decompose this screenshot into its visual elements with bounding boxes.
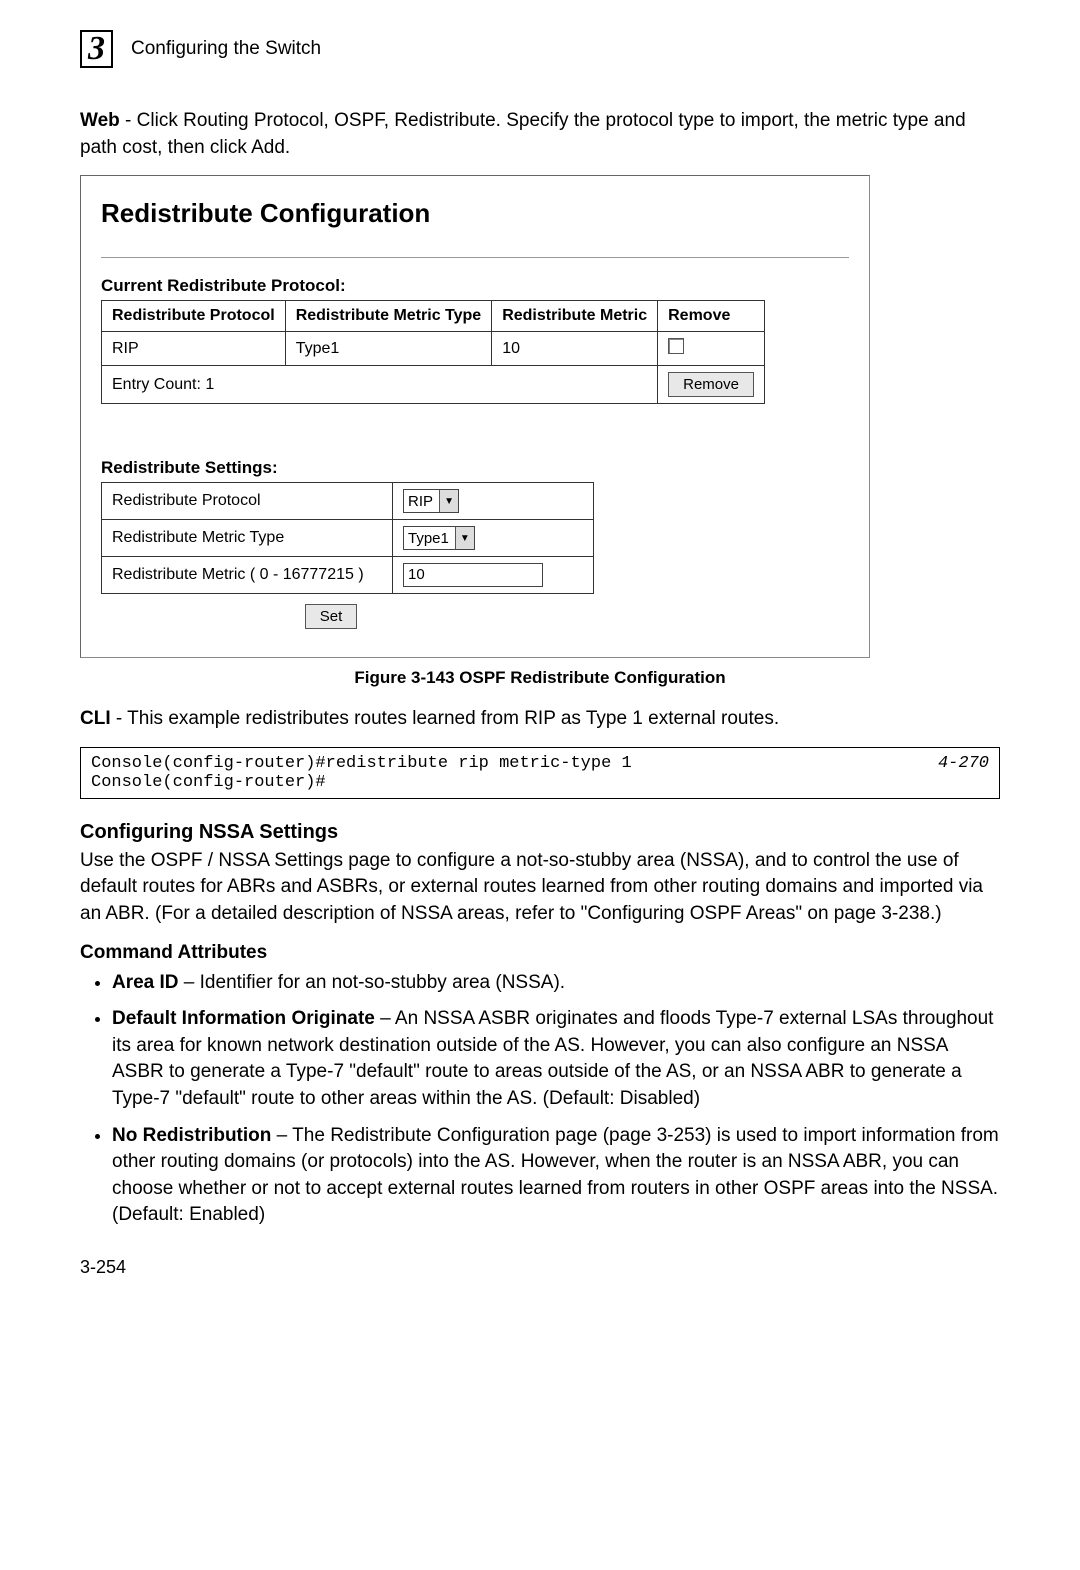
settings-table: Redistribute Protocol RIP ▼ Redistribute… bbox=[101, 482, 594, 594]
cell-metric: 10 bbox=[492, 332, 658, 366]
figure-caption: Figure 3-143 OSPF Redistribute Configura… bbox=[80, 668, 1000, 688]
web-label: Web bbox=[80, 110, 120, 131]
remove-button-cell: Remove bbox=[658, 366, 765, 404]
cell-remove-checkbox bbox=[658, 332, 765, 366]
divider bbox=[101, 257, 849, 258]
protocol-select-value: RIP bbox=[404, 490, 439, 512]
label-metric: Redistribute Metric ( 0 - 16777215 ) bbox=[102, 557, 393, 594]
cli-instruction: CLI - This example redistributes routes … bbox=[80, 706, 1000, 733]
field-cell-protocol: RIP ▼ bbox=[393, 483, 594, 520]
redistribute-config-panel: Redistribute Configuration Current Redis… bbox=[80, 175, 870, 658]
cell-metric-type: Type1 bbox=[285, 332, 492, 366]
metric-type-select[interactable]: Type1 ▼ bbox=[403, 526, 475, 550]
list-item: Default Information Originate – An NSSA … bbox=[112, 1006, 1000, 1112]
page-header: 3 Configuring the Switch bbox=[80, 30, 1000, 68]
col-metric-type: Redistribute Metric Type bbox=[285, 301, 492, 332]
col-protocol: Redistribute Protocol bbox=[102, 301, 286, 332]
list-item: Area ID – Identifier for an not-so-stubb… bbox=[112, 970, 1000, 997]
label-metric-type: Redistribute Metric Type bbox=[102, 520, 393, 557]
settings-heading: Redistribute Settings: bbox=[101, 458, 849, 478]
metric-input[interactable]: 10 bbox=[403, 563, 543, 587]
chapter-title: Configuring the Switch bbox=[131, 38, 321, 60]
set-button[interactable]: Set bbox=[305, 604, 358, 629]
table-row: RIP Type1 10 bbox=[102, 332, 765, 366]
cli-text: - This example redistributes routes lear… bbox=[111, 708, 780, 729]
settings-row-metric: Redistribute Metric ( 0 - 16777215 ) 10 bbox=[102, 557, 594, 594]
col-metric: Redistribute Metric bbox=[492, 301, 658, 332]
web-text: - Click Routing Protocol, OSPF, Redistri… bbox=[80, 110, 966, 158]
panel-title: Redistribute Configuration bbox=[101, 198, 849, 229]
nssa-heading: Configuring NSSA Settings bbox=[80, 821, 1000, 844]
settings-row-protocol: Redistribute Protocol RIP ▼ bbox=[102, 483, 594, 520]
cli-line-2: Console(config-router)# bbox=[91, 773, 989, 792]
field-cell-metric-type: Type1 ▼ bbox=[393, 520, 594, 557]
entry-count: Entry Count: 1 bbox=[102, 366, 658, 404]
col-remove: Remove bbox=[658, 301, 765, 332]
attr-term: No Redistribution bbox=[112, 1125, 271, 1146]
attr-term: Area ID bbox=[112, 972, 179, 993]
cli-ref: 4-270 bbox=[938, 754, 989, 773]
attr-term: Default Information Originate bbox=[112, 1008, 375, 1029]
command-attributes-list: Area ID – Identifier for an not-so-stubb… bbox=[80, 970, 1000, 1229]
chevron-down-icon: ▼ bbox=[439, 490, 458, 512]
table-footer-row: Entry Count: 1 Remove bbox=[102, 366, 765, 404]
command-attributes-heading: Command Attributes bbox=[80, 942, 1000, 964]
chapter-number: 3 bbox=[88, 30, 105, 67]
chevron-down-icon: ▼ bbox=[455, 527, 474, 549]
label-protocol: Redistribute Protocol bbox=[102, 483, 393, 520]
nssa-body: Use the OSPF / NSSA Settings page to con… bbox=[80, 848, 1000, 928]
list-item: No Redistribution – The Redistribute Con… bbox=[112, 1123, 1000, 1229]
remove-button[interactable]: Remove bbox=[668, 372, 754, 397]
protocol-select[interactable]: RIP ▼ bbox=[403, 489, 459, 513]
settings-row-metric-type: Redistribute Metric Type Type1 ▼ bbox=[102, 520, 594, 557]
page-number: 3-254 bbox=[80, 1257, 1000, 1278]
current-protocol-table: Redistribute Protocol Redistribute Metri… bbox=[101, 300, 765, 404]
cli-box: Console(config-router)#redistribute rip … bbox=[80, 747, 1000, 799]
field-cell-metric: 10 bbox=[393, 557, 594, 594]
chapter-number-badge: 3 bbox=[80, 30, 113, 68]
remove-checkbox[interactable] bbox=[668, 338, 684, 354]
metric-type-select-value: Type1 bbox=[404, 527, 455, 549]
attr-desc: – Identifier for an not-so-stubby area (… bbox=[179, 972, 566, 993]
current-protocol-heading: Current Redistribute Protocol: bbox=[101, 276, 849, 296]
cli-line-1: Console(config-router)#redistribute rip … bbox=[91, 754, 632, 773]
table-header-row: Redistribute Protocol Redistribute Metri… bbox=[102, 301, 765, 332]
cli-label: CLI bbox=[80, 708, 111, 729]
cell-protocol: RIP bbox=[102, 332, 286, 366]
web-instruction: Web - Click Routing Protocol, OSPF, Redi… bbox=[80, 108, 1000, 161]
